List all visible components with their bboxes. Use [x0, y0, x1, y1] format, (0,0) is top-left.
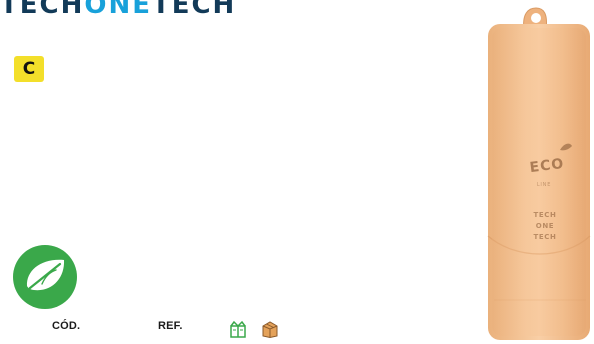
ref-label: REF. [158, 320, 183, 332]
brown-carton-box-icon [262, 321, 278, 338]
product-brand-line: TECH [533, 233, 557, 241]
green-gift-box-icon [230, 320, 246, 338]
product-logo-sub: LINE [536, 182, 552, 188]
category-badge: C [14, 56, 44, 82]
product-image: ECO LINE TECH ONE TECH [486, 0, 594, 340]
brand-logo: TECH ONE TECH [0, 0, 236, 18]
product-brand-line: TECH [533, 211, 557, 219]
product-brand-block: TECH ONE TECH [520, 210, 570, 243]
category-badge-letter: C [22, 59, 36, 79]
brand-text-part1: TECH [0, 0, 85, 20]
brand-text-part2: ONE [84, 0, 152, 20]
brand-text-part3: TECH [151, 0, 237, 20]
product-brand-line: ONE [535, 222, 555, 230]
cod-label: CÓD. [52, 320, 81, 332]
leaf-icon [13, 245, 77, 309]
